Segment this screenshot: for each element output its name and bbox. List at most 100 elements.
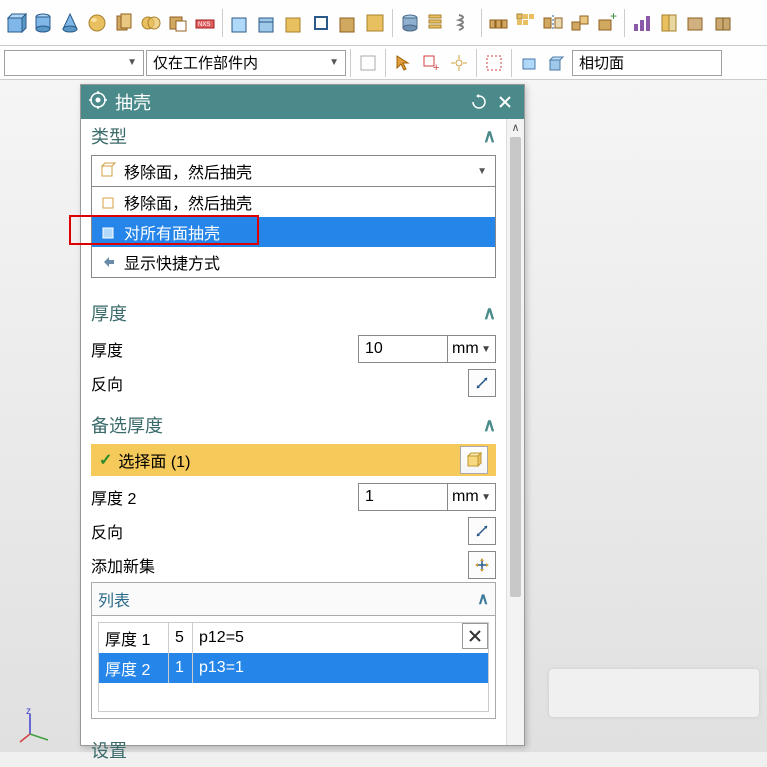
scroll-up-icon[interactable]: ∧ [507, 119, 524, 137]
book-icon[interactable] [657, 11, 681, 35]
close-button[interactable] [494, 91, 516, 113]
thickness2-unit-combo[interactable]: mm▼ [448, 483, 496, 511]
shortcut-icon [100, 253, 118, 271]
select-face-row[interactable]: ✓ 选择面 (1) [91, 444, 496, 476]
add-set-button[interactable] [468, 551, 496, 579]
type-dropdown[interactable]: 移除面，然后抽壳 ▼ [91, 155, 496, 187]
nx-icon[interactable]: NXS [193, 11, 217, 35]
package-icon[interactable] [711, 11, 735, 35]
section-header-thickness[interactable]: 厚度 ∧ [81, 296, 506, 330]
thickness-input[interactable] [358, 335, 448, 363]
sphere-icon[interactable] [85, 11, 109, 35]
type-option-all[interactable]: 对所有面抽壳 [92, 217, 495, 247]
list-cell-val: 1 [169, 653, 193, 683]
face-filter-label: 相切面 [579, 52, 624, 73]
extrude-icon[interactable] [112, 11, 136, 35]
face-filter-combo[interactable]: 相切面 [572, 50, 722, 76]
thickness2-input[interactable] [358, 483, 448, 511]
toolbar-separator [624, 9, 625, 37]
mirror-icon[interactable] [541, 11, 565, 35]
thickness-unit-combo[interactable]: mm▼ [448, 335, 496, 363]
chart-icon[interactable] [630, 11, 654, 35]
filter-toolbar: ▼ 仅在工作部件内 ▼ + 相切面 [0, 46, 767, 80]
cone-icon[interactable] [58, 11, 82, 35]
scroll-thumb[interactable] [510, 137, 521, 597]
view-icon-1[interactable] [516, 50, 542, 76]
axis-gizmo[interactable]: z [18, 706, 58, 746]
reverse-button[interactable] [468, 369, 496, 397]
add-set-label: 添加新集 [91, 553, 251, 577]
unite-icon[interactable] [139, 11, 163, 35]
section-label-alt-thickness: 备选厚度 [91, 412, 163, 438]
select-icon-1[interactable] [355, 50, 381, 76]
list-header[interactable]: 列表 ∧ [91, 582, 496, 615]
list-cell-expr: p12=5 [193, 623, 488, 653]
target-icon[interactable] [446, 50, 472, 76]
type-option-remove[interactable]: 移除面，然后抽壳 [92, 187, 495, 217]
toolbar-separator [350, 49, 351, 77]
dialog-title: 抽壳 [115, 89, 151, 115]
list-label: 列表 [98, 587, 130, 611]
shell-dialog: 抽壳 ∧ 类型 ∧ 移除面，然后抽壳 ▼ [80, 84, 525, 746]
box-icon[interactable] [684, 11, 708, 35]
thickness-label: 厚度 [91, 337, 211, 361]
toolbar-separator [222, 9, 223, 37]
type-option-label: 显示快捷方式 [124, 250, 220, 274]
layers-icon[interactable] [425, 11, 449, 35]
list-row[interactable]: 厚度 1 5 p12=5 [99, 623, 488, 653]
reverse2-label: 反向 [91, 519, 211, 543]
list-row[interactable]: 厚度 2 1 p13=1 [99, 653, 488, 683]
spring-icon[interactable] [452, 11, 476, 35]
toolbar-separator [476, 49, 477, 77]
section-header-settings[interactable]: 设置 [81, 733, 506, 767]
svg-text:NXS: NXS [198, 22, 210, 28]
main-toolbar: NXS + [0, 0, 767, 46]
select-face-label: 选择面 (1) [118, 448, 190, 472]
subtract-icon[interactable] [166, 11, 190, 35]
gear-icon [89, 91, 107, 114]
toolbar-separator [385, 49, 386, 77]
reverse2-button[interactable] [468, 517, 496, 545]
reset-button[interactable] [468, 91, 490, 113]
dialog-scrollbar[interactable]: ∧ [506, 119, 524, 745]
feature-icon-5[interactable] [336, 11, 360, 35]
feature-icon-2[interactable] [255, 11, 279, 35]
svg-text:+: + [610, 12, 617, 23]
dialog-titlebar[interactable]: 抽壳 [81, 85, 524, 119]
add-selection-icon[interactable]: + [418, 50, 444, 76]
scope-filter-combo[interactable]: 仅在工作部件内 ▼ [146, 50, 346, 76]
section-label-type: 类型 [91, 123, 127, 149]
cube-icon[interactable] [4, 11, 28, 35]
feature-icon-4[interactable] [309, 11, 333, 35]
db-icon[interactable] [398, 11, 422, 35]
pattern-icon-2[interactable] [514, 11, 538, 35]
feature-icon-3[interactable] [282, 11, 306, 35]
scope-filter-label: 仅在工作部件内 [153, 52, 258, 73]
cursor-icon[interactable] [390, 50, 416, 76]
toolbar-separator [511, 49, 512, 77]
type-option-shortcut[interactable]: 显示快捷方式 [92, 247, 495, 277]
view-icon-2[interactable] [544, 50, 570, 76]
pattern-icon-1[interactable] [487, 11, 511, 35]
chevron-up-icon: ∧ [483, 126, 496, 147]
svg-text:z: z [26, 706, 31, 717]
add-feature-icon[interactable]: + [595, 11, 619, 35]
toolbar-separator [392, 9, 393, 37]
delete-row-button[interactable] [462, 623, 488, 649]
shell-all-icon [100, 223, 118, 241]
section-header-type[interactable]: 类型 ∧ [81, 119, 506, 153]
feature-icon-1[interactable] [228, 11, 252, 35]
type-filter-combo[interactable]: ▼ [4, 50, 144, 76]
cylinder-icon[interactable] [31, 11, 55, 35]
assembly-icon[interactable] [568, 11, 592, 35]
toolbar-separator [481, 9, 482, 37]
select-face-button[interactable] [460, 446, 488, 474]
marquee-icon[interactable] [481, 50, 507, 76]
shell-remove-icon [100, 193, 118, 211]
feature-icon-6[interactable] [363, 11, 387, 35]
type-option-label: 对所有面抽壳 [124, 220, 220, 244]
section-label-thickness: 厚度 [91, 300, 127, 326]
chevron-up-icon: ∧ [483, 303, 496, 324]
section-header-alt-thickness[interactable]: 备选厚度 ∧ [81, 408, 506, 442]
type-option-label: 移除面，然后抽壳 [124, 190, 252, 214]
